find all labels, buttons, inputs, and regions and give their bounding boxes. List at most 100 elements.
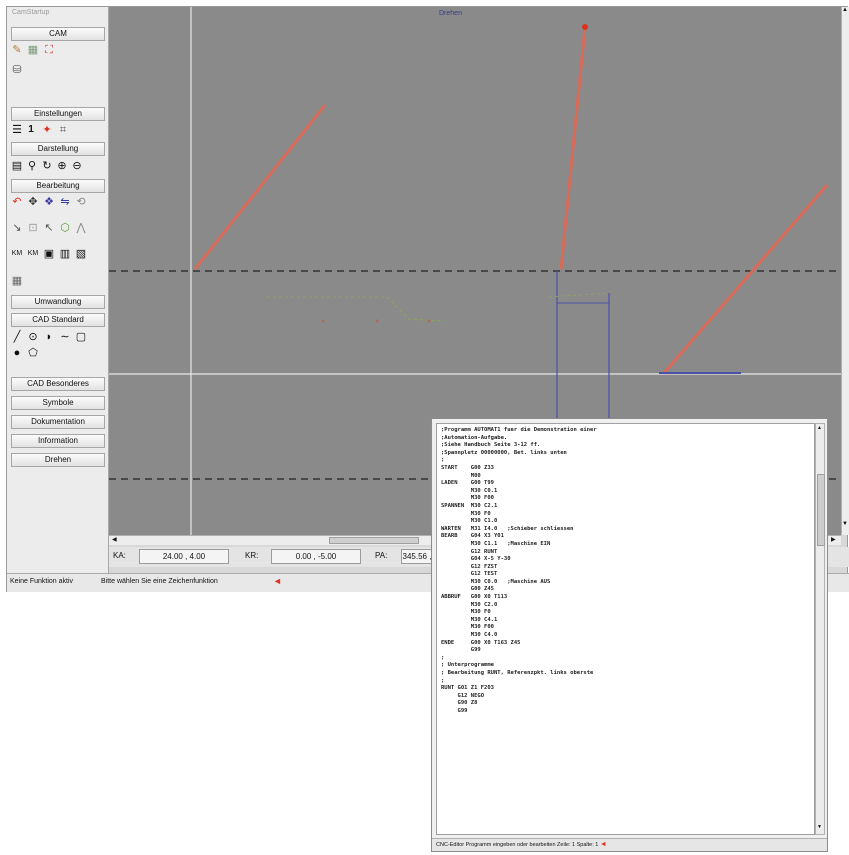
- contour-point-1: [321, 319, 325, 323]
- canvas-title: Drehen: [439, 10, 462, 17]
- status-right-text: Bitte wählen Sie eine Zeichenfunktion: [101, 578, 218, 585]
- cnc-code-line: START G00 Z33: [441, 464, 494, 471]
- color-icon[interactable]: ✦: [41, 124, 53, 136]
- properties-icon[interactable]: ▧: [75, 248, 87, 260]
- bearbeitung-row-2: ↘ ⊡ ↖ ⬡ ⋀: [11, 222, 107, 238]
- bearbeitung-row-1: ↶ ✥ ❖ ⇋ ⟲: [11, 196, 107, 212]
- chamfer-icon[interactable]: ⋀: [75, 222, 87, 234]
- bearbeitung-button[interactable]: Bearbeitung: [11, 179, 105, 193]
- arc-icon[interactable]: ◗: [43, 331, 55, 343]
- scroll-right-arrow-icon[interactable]: ▶: [831, 536, 836, 543]
- line-width-value[interactable]: 1: [25, 124, 37, 136]
- red-line-middle: [559, 26, 587, 270]
- cnc-code-line: M30 C0.0 ;Maschine AUS: [441, 578, 551, 585]
- extend-icon[interactable]: ⊡: [27, 222, 39, 234]
- canvas-vertical-scrollbar[interactable]: ▲ ▼: [841, 7, 849, 535]
- rotate-icon[interactable]: ⟲: [75, 196, 87, 208]
- cylinder-icon[interactable]: ⛁: [11, 64, 23, 76]
- polygon-icon[interactable]: ⬠: [27, 347, 39, 359]
- cnc-code-line: SPANNEN M30 C2.1: [441, 502, 498, 509]
- cnc-status-text: CNC-Editor Programm eingeben oder bearbe…: [436, 842, 599, 848]
- spline-icon[interactable]: ∼: [59, 331, 71, 343]
- einstellungen-button[interactable]: Einstellungen: [11, 107, 105, 121]
- bearbeitung-row-4: ▦: [11, 275, 107, 291]
- einstellungen-row: ☰ 1 ✦ ⌗: [11, 124, 107, 140]
- cam-button[interactable]: CAM: [11, 27, 105, 41]
- cnc-code-line: G99: [441, 707, 468, 714]
- undo-icon[interactable]: ↶: [11, 196, 23, 208]
- cnc-code-line: ;: [441, 654, 445, 661]
- scale-icon[interactable]: KM: [11, 248, 23, 260]
- point-icon[interactable]: ●: [11, 347, 23, 359]
- scroll-down-arrow-icon[interactable]: ▼: [842, 521, 848, 527]
- cnc-code-line: BEARB G04 X3 Y01: [441, 533, 504, 540]
- cnc-code-line: ;Spannpletz 00000000, Bet. links unten: [441, 449, 567, 456]
- circle-icon[interactable]: ⊙: [27, 331, 39, 343]
- contour-point-2: [375, 319, 379, 323]
- cnc-code-line: ;: [441, 677, 445, 684]
- cnc-scroll-thumb[interactable]: [817, 474, 825, 546]
- break-icon[interactable]: ↖: [43, 222, 55, 234]
- cnc-code-line: G12 FZST: [441, 563, 498, 570]
- layer-icon[interactable]: ▣: [43, 248, 55, 260]
- tool-sidebar: CamStartup CAM ✎ ▦ ⛶ ⛁ Einstellungen ☰ 1…: [7, 7, 109, 575]
- cnc-scroll-up-icon[interactable]: ▲: [817, 425, 822, 431]
- grid-icon[interactable]: ▦: [27, 44, 39, 56]
- pa-label: PA:: [375, 551, 388, 560]
- cnc-code-line: M30 C1.1 ;Maschine EIN: [441, 540, 551, 547]
- bearbeitung-row-3: KM KM ▣ ▥ ▧: [11, 248, 107, 264]
- cnc-code-line: ;Programm AUTOMAT1 fuer die Demonstratio…: [441, 427, 597, 433]
- darstellung-button[interactable]: Darstellung: [11, 142, 105, 156]
- green-contour: [267, 296, 442, 322]
- scroll-up-arrow-icon[interactable]: ▲: [842, 7, 848, 13]
- fillet-icon[interactable]: ⬡: [59, 222, 71, 234]
- drehen-button[interactable]: Drehen: [11, 453, 105, 467]
- cnc-code-line: G04 X-5 Y-30: [441, 556, 511, 563]
- scale-copy-icon[interactable]: KM: [27, 248, 39, 260]
- cnc-editor-window: ;Programm AUTOMAT1 fuer die Demonstratio…: [431, 418, 828, 852]
- dokumentation-button[interactable]: Dokumentation: [11, 415, 105, 429]
- line-icon[interactable]: ╱: [11, 331, 23, 343]
- red-endpoint: [582, 24, 588, 30]
- cad-standard-button[interactable]: CAD Standard: [11, 313, 105, 327]
- tool-path-icon[interactable]: ⛶: [43, 44, 55, 56]
- pencil-icon[interactable]: ✎: [11, 44, 23, 56]
- refresh-icon[interactable]: ↻: [41, 160, 53, 172]
- move-icon[interactable]: ✥: [27, 196, 39, 208]
- cnc-code-line: G12 RUNT: [441, 548, 498, 555]
- cnc-scroll-down-icon[interactable]: ▼: [817, 824, 822, 830]
- trim-icon[interactable]: ↘: [11, 222, 23, 234]
- zoom-icon[interactable]: ⚲: [26, 160, 38, 172]
- cad-besonderes-button[interactable]: CAD Besonderes: [11, 377, 105, 391]
- zoom-in-icon[interactable]: ⊕: [56, 160, 68, 172]
- horizontal-scroll-thumb[interactable]: [329, 537, 419, 544]
- red-line-right: [662, 184, 829, 374]
- zoom-out-icon[interactable]: ⊖: [71, 160, 83, 172]
- rectangle-icon[interactable]: ▢: [75, 331, 87, 343]
- cnc-code-line: M30 C4.0: [441, 632, 498, 639]
- snap-grid-icon[interactable]: ⌗: [57, 124, 69, 136]
- line-style-icon[interactable]: ☰: [11, 124, 23, 136]
- cnc-vertical-scrollbar[interactable]: ▲ ▼: [815, 423, 825, 835]
- group-icon[interactable]: ▥: [59, 248, 71, 260]
- kr-value-field: 0.00 , -5.00: [271, 549, 361, 564]
- information-button[interactable]: Information: [11, 434, 105, 448]
- cnc-red-arrow-icon: ◄: [599, 841, 607, 848]
- view-grid-icon[interactable]: ▤: [11, 160, 23, 172]
- cnc-code-area[interactable]: ;Programm AUTOMAT1 fuer die Demonstratio…: [436, 423, 815, 835]
- red-line-left: [193, 104, 327, 270]
- cad-standard-row-1: ╱ ⊙ ◗ ∼ ▢: [11, 331, 107, 347]
- cnc-code-line: M30 C2.0: [441, 601, 498, 608]
- cnc-code-line: WARTEN M31 I4.0 ;Schieber schliessen: [441, 525, 574, 532]
- table-icon[interactable]: ▦: [11, 275, 23, 287]
- cnc-code-line: M30 F0: [441, 510, 491, 517]
- copy-icon[interactable]: ❖: [43, 196, 55, 208]
- mirror-icon[interactable]: ⇋: [59, 196, 71, 208]
- cnc-code-line: G12 NEGO: [441, 692, 485, 699]
- kr-label: KR:: [245, 551, 259, 560]
- scroll-left-arrow-icon[interactable]: ◀: [112, 536, 117, 543]
- umwandlung-button[interactable]: Umwandlung: [11, 295, 105, 309]
- symbole-button[interactable]: Symbole: [11, 396, 105, 410]
- cnc-code-line: ;: [441, 457, 445, 464]
- cnc-code-line: ;Siehe Handbuch Seite 3-12 ff.: [441, 442, 541, 449]
